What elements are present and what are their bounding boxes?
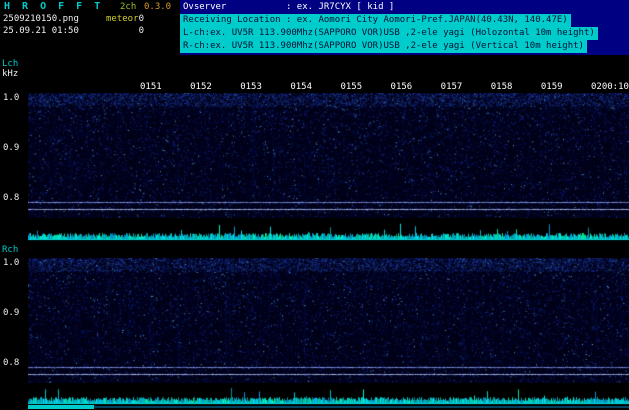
app-logo: H R O F F T: [4, 1, 103, 12]
time-tick-label: 0154: [290, 82, 312, 92]
info-line-lch: L-ch:ex. UV5R 113.900Mhz(SAPPORO VOR)USB…: [180, 27, 598, 40]
info-line-observer: Ovserver : ex. JR7CYX [ kid ]: [180, 1, 629, 14]
time-tick-label: 0157: [441, 82, 463, 92]
time-tick-label: 0156: [391, 82, 413, 92]
header-left: H R O F F T 2ch 0.3.0 2509210150.png met…: [0, 0, 180, 55]
time-tick-label: 0155: [340, 82, 362, 92]
info-line-location: Receiving Location : ex. Aomori City Aom…: [180, 14, 571, 27]
bottom-scale-line: [94, 406, 629, 408]
rch-label: Rch: [2, 245, 18, 255]
datetime-label: 25.09.21 01:50: [3, 26, 79, 36]
time-axis: 0151 0152 0153 0154 0155 0156 0157 0158 …: [140, 82, 629, 92]
hrofft-screen: H R O F F T 2ch 0.3.0 2509210150.png met…: [0, 0, 629, 410]
info-line-rch: R-ch:ex. UV5R 113.900Mhz(SAPPORO VOR)USB…: [180, 40, 587, 53]
time-tick-label: 0158: [491, 82, 513, 92]
freq-tick-label: 0.9: [3, 143, 21, 153]
freq-tick-label: 0.8: [3, 193, 21, 203]
observation-info-panel: Ovserver : ex. JR7CYX [ kid ] Receiving …: [180, 0, 629, 55]
lch-unit-label: kHz: [2, 69, 18, 79]
version-label: 0.3.0: [144, 2, 171, 12]
time-tick-label: 0153: [240, 82, 262, 92]
channel-mode-label: 2ch: [120, 2, 136, 12]
freq-tick-label: 0.9: [3, 308, 21, 318]
time-tick-label: 0151: [140, 82, 162, 92]
time-tick-label: 0152: [190, 82, 212, 92]
freq-tick-label: 1.0: [3, 258, 21, 268]
bottom-scale-bar: [28, 405, 94, 409]
time-tick-label: 0200:10: [591, 82, 629, 92]
counter-top: 0: [132, 14, 144, 24]
output-filename: 2509210150.png: [3, 14, 79, 24]
freq-tick-label: 0.8: [3, 358, 21, 368]
rch-spectrogram-canvas: [28, 258, 629, 383]
lch-signal-trace-canvas: [28, 218, 629, 241]
freq-tick-label: 1.0: [3, 93, 21, 103]
counter-bottom: 0: [132, 26, 144, 36]
rch-signal-trace-canvas: [28, 383, 629, 405]
lch-label: Lch: [2, 59, 18, 69]
time-tick-label: 0159: [541, 82, 563, 92]
lch-spectrogram-canvas: [28, 93, 629, 218]
